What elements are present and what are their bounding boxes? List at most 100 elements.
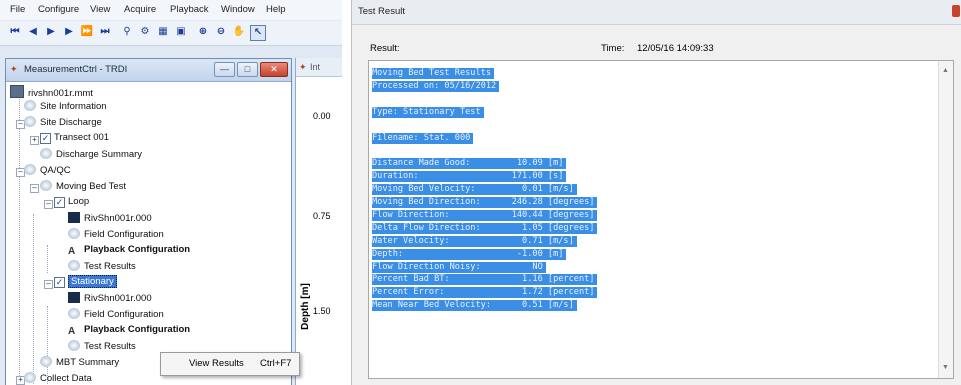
measurement-control-titlebar: ✦ MeasurementCtrl - TRDI — □ ✕ — [6, 59, 291, 82]
checkbox-icon[interactable]: ✓ — [54, 197, 65, 208]
menu-playback[interactable]: Playback — [170, 4, 209, 15]
result-line: Mean Near Bed Velocity: 0.51 [m/s] — [372, 300, 577, 312]
result-line: Duration: 171.00 [s] — [372, 171, 567, 183]
collapse-icon[interactable]: – — [30, 184, 39, 193]
view-results-menu-item[interactable]: View Results — [189, 358, 244, 369]
page-icon — [40, 356, 52, 367]
depth-tick-label: 0.75 — [313, 211, 331, 221]
wrench-icon: A — [68, 246, 76, 257]
step-forward-icon[interactable]: ▶ — [62, 25, 76, 39]
tree-label: Discharge Summary — [56, 149, 143, 160]
window-title: MeasurementCtrl - TRDI — [24, 64, 128, 75]
fast-forward-icon[interactable]: ⏩ — [80, 25, 94, 39]
depth-axis-label: Depth [m] — [299, 283, 311, 330]
tree-item-root[interactable]: rivshn001r.mmt — [10, 85, 93, 100]
save-icon — [68, 292, 80, 303]
tree-item-transect[interactable]: ✓ Transect 001 — [40, 132, 109, 147]
pan-icon[interactable]: ✋ — [232, 25, 246, 39]
play-icon[interactable]: ▶ — [44, 25, 58, 39]
collapse-icon[interactable]: – — [44, 280, 53, 289]
page-icon — [24, 100, 36, 111]
tree-item-discharge-summary[interactable]: Discharge Summary — [40, 148, 142, 163]
grid-icon[interactable]: ▦ — [156, 25, 170, 39]
tree-item-site-information[interactable]: Site Information — [24, 100, 107, 115]
skip-to-start-icon[interactable]: ⏮ — [8, 25, 22, 39]
page-icon — [68, 260, 80, 271]
close-icon[interactable]: ✕ — [260, 62, 288, 77]
save-icon — [68, 212, 80, 223]
minimize-icon[interactable]: — — [214, 62, 235, 77]
menu-view[interactable]: View — [90, 4, 110, 15]
maximize-icon[interactable]: □ — [237, 62, 258, 77]
zoom-out-icon[interactable]: ⊖ — [214, 25, 228, 39]
measurement-app: File Configure View Acquire Playback Win… — [0, 0, 342, 385]
app-logo-icon: ✦ — [10, 64, 18, 74]
time-value: 12/05/16 14:09:33 — [637, 43, 714, 54]
result-text-area[interactable]: Moving Bed Test Results Processed on: 05/… — [368, 60, 954, 379]
tree-label: Field Configuration — [84, 229, 164, 240]
settings-icon[interactable]: ⚙ — [138, 25, 152, 39]
page-icon — [68, 228, 80, 239]
step-back-icon[interactable]: ◀ — [26, 25, 40, 39]
tree-item-loop-test-results[interactable]: Test Results — [68, 260, 136, 275]
vertical-scrollbar[interactable]: ▲ ▼ — [938, 61, 953, 378]
tree-item-stationary[interactable]: ✓ Stationary — [54, 275, 117, 291]
skip-to-end-icon[interactable]: ⏭ — [98, 25, 112, 39]
zoom-icon[interactable]: ⚲ — [120, 25, 134, 39]
result-label: Result: — [370, 43, 400, 54]
close-icon[interactable] — [952, 5, 960, 17]
page-icon — [24, 116, 36, 127]
tree-label: Playback Configuration — [84, 244, 191, 255]
result-line: Distance Made Good: 10.09 [m] — [372, 158, 567, 170]
tree-item-stationary-file[interactable]: RivShn001r.000 — [68, 292, 152, 307]
tree-label: Transect 001 — [54, 132, 110, 143]
tree-item-loop-file[interactable]: RivShn001r.000 — [68, 212, 152, 227]
tree-item-mbt-summary[interactable]: MBT Summary — [40, 356, 119, 371]
tree-label: QA/QC — [40, 165, 71, 176]
tree-item-stationary-field-configuration[interactable]: Field Configuration — [68, 308, 164, 323]
collapse-icon[interactable]: – — [44, 200, 53, 209]
checkbox-icon[interactable]: ✓ — [54, 277, 65, 288]
scroll-down-icon[interactable]: ▼ — [942, 364, 949, 371]
result-line: Depth: -1.00 [m] — [372, 248, 567, 260]
tree-item-stationary-playback-configuration[interactable]: A Playback Configuration — [68, 324, 190, 339]
pointer-icon[interactable]: ↖ — [250, 25, 266, 41]
tree-item-qa-qc[interactable]: QA/QC — [24, 164, 71, 179]
menu-window[interactable]: Window — [221, 4, 255, 15]
page-icon — [68, 340, 80, 351]
tree-label: Field Configuration — [84, 309, 164, 320]
menu-file[interactable]: File — [10, 4, 25, 15]
tree-item-stationary-test-results[interactable]: Test Results — [68, 340, 136, 355]
tree-item-loop-playback-configuration[interactable]: A Playback Configuration — [68, 244, 190, 259]
tree-label: MBT Summary — [56, 357, 120, 368]
depth-tick-label: 1.50 — [313, 306, 331, 316]
menu-configure[interactable]: Configure — [38, 4, 79, 15]
graph-panel-tab[interactable]: ✦ Int — [296, 58, 342, 77]
tree-label: Moving Bed Test — [56, 181, 127, 192]
app-logo-icon: ✦ — [299, 62, 307, 72]
tree-item-collect-data[interactable]: Collect Data — [24, 372, 92, 385]
tree-item-moving-bed-test[interactable]: Moving Bed Test — [40, 180, 126, 195]
checkbox-icon[interactable]: ✓ — [40, 133, 51, 144]
graph-panel: ✦ Int 0.00 0.75 1.50 Depth [m] — [295, 58, 342, 385]
panel-tab-label: Int — [310, 62, 321, 72]
test-result-dialog: Test Result Result: Time: 12/05/16 14:09… — [351, 0, 961, 385]
result-line: Flow Direction: 140.44 [degrees] — [372, 209, 598, 221]
tree-label: Playback Configuration — [84, 324, 191, 335]
result-line: Percent Error: 1.72 [percent] — [372, 287, 598, 299]
tree-item-site-discharge[interactable]: Site Discharge — [24, 116, 102, 131]
tree-label-selected: Stationary — [68, 275, 117, 288]
tree-item-loop[interactable]: ✓ Loop — [54, 196, 89, 211]
tree-label: Site Discharge — [40, 117, 102, 128]
table-icon[interactable]: ▣ — [174, 25, 188, 39]
scroll-up-icon[interactable]: ▲ — [942, 67, 949, 74]
menu-help[interactable]: Help — [266, 4, 286, 15]
measurement-control-window: ✦ MeasurementCtrl - TRDI — □ ✕ rivshn001… — [5, 58, 292, 385]
tree-label: Test Results — [84, 341, 136, 352]
wrench-icon: A — [68, 326, 76, 337]
zoom-in-icon[interactable]: ⊕ — [196, 25, 210, 39]
result-line: Moving Bed Velocity: 0.01 [m/s] — [372, 184, 577, 196]
menu-acquire[interactable]: Acquire — [124, 4, 156, 15]
expand-icon[interactable]: + — [30, 136, 39, 145]
tree-item-loop-field-configuration[interactable]: Field Configuration — [68, 228, 164, 243]
